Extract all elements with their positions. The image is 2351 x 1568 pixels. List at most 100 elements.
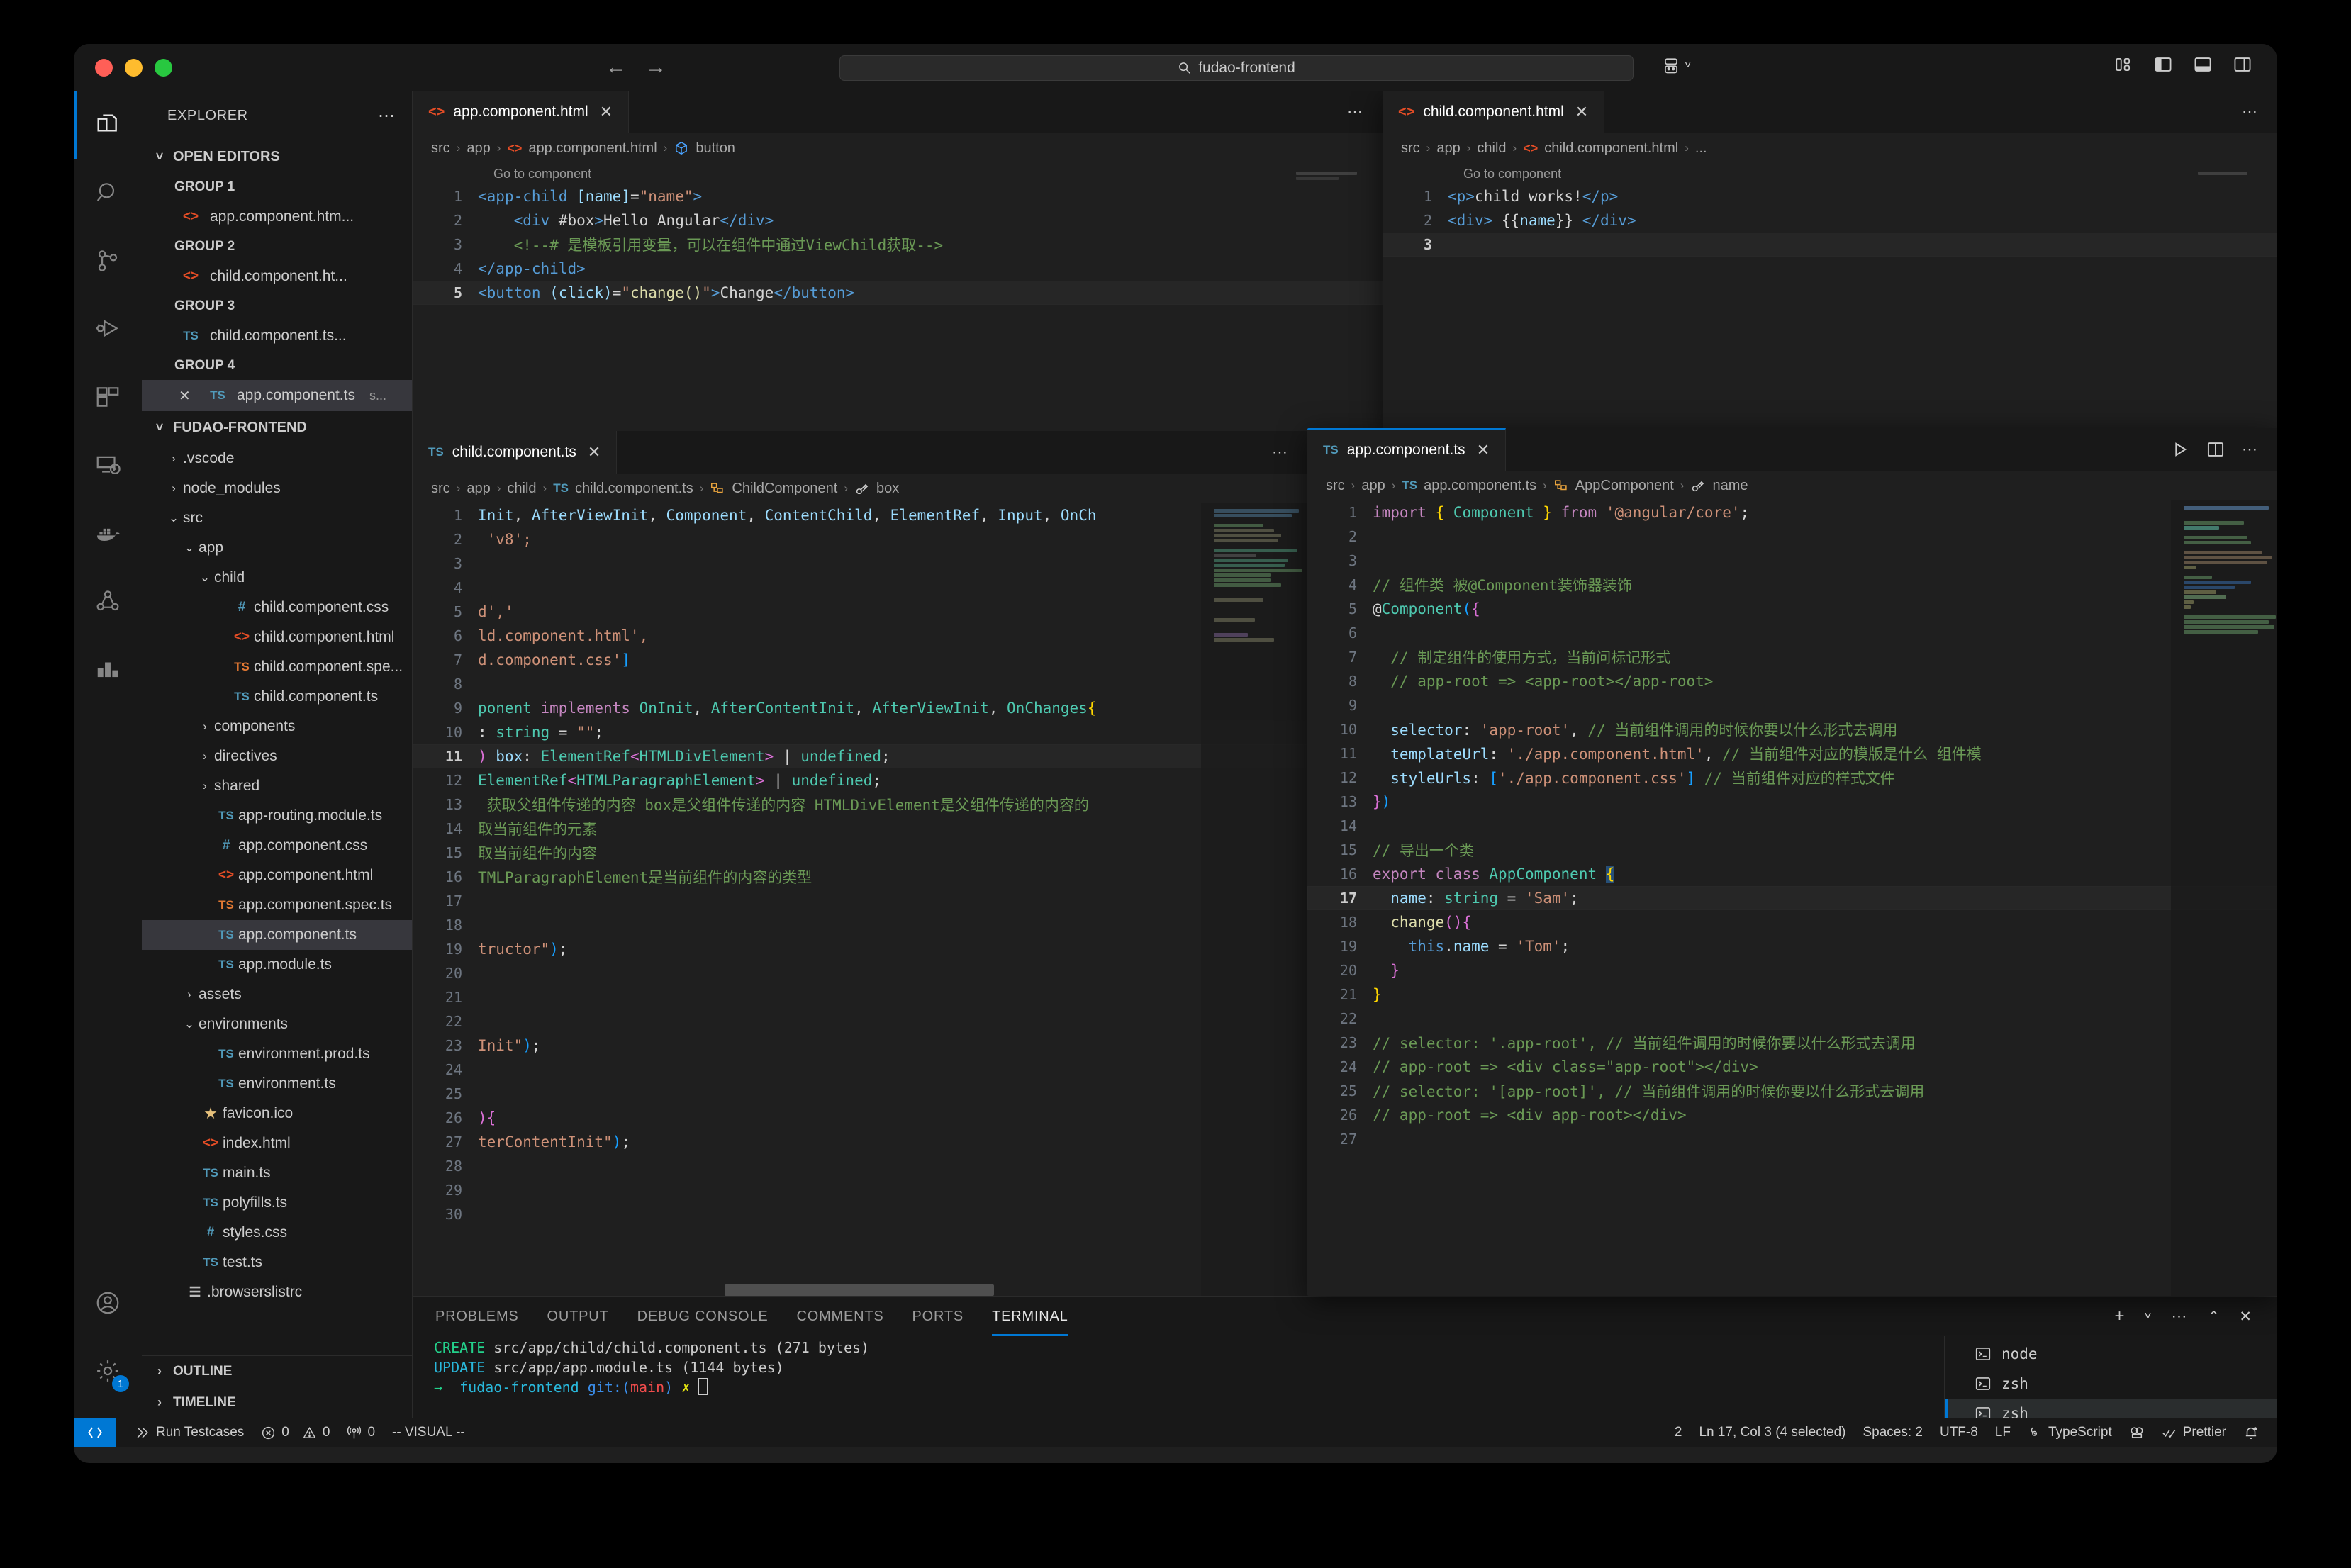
terminal-output[interactable]: CREATE src/app/child/child.component.ts … xyxy=(413,1336,1944,1418)
close-icon[interactable]: ✕ xyxy=(179,387,196,405)
codelens-go-to-component[interactable]: Go to component xyxy=(413,163,1383,184)
status-language-mode[interactable]: TypeScript xyxy=(2019,1418,2121,1447)
terminal-instance[interactable]: node xyxy=(1945,1339,2277,1369)
breadcrumb-item[interactable]: ... xyxy=(1695,140,1707,157)
code-line[interactable]: 3 xyxy=(1307,549,2277,573)
tab-child-component-html[interactable]: <> child.component.html ✕ xyxy=(1383,91,1605,133)
chevron-down-icon[interactable]: ˅ xyxy=(2145,1309,2152,1323)
quick-input-search[interactable]: fudao-frontend xyxy=(839,55,1634,81)
remote-indicator[interactable] xyxy=(74,1418,116,1447)
tree-file[interactable]: TS app.component.spec.ts xyxy=(142,890,412,920)
tree-file[interactable]: TS main.ts xyxy=(142,1158,412,1188)
maximize-window-button[interactable] xyxy=(155,58,172,77)
breadcrumb-item[interactable]: src xyxy=(1401,140,1420,157)
status-gitlens[interactable] xyxy=(2121,1418,2153,1447)
open-editor-item[interactable]: <> child.component.ht... xyxy=(142,261,412,292)
chevron-up-icon[interactable]: ⌃ xyxy=(2208,1309,2219,1325)
code-line[interactable]: 22 xyxy=(413,1009,1307,1034)
code-line[interactable]: 9 xyxy=(1307,693,2277,717)
status-encoding[interactable]: UTF-8 xyxy=(1931,1418,1987,1447)
breadcrumb-item[interactable]: child.component.ts xyxy=(575,481,693,497)
code-line[interactable]: 11 templateUrl: './app.component.html', … xyxy=(1307,741,2277,766)
code-line[interactable]: 1 <p>child works!</p> xyxy=(1383,184,2277,208)
terminal-body[interactable]: CREATE src/app/child/child.component.ts … xyxy=(413,1336,2277,1418)
code-line[interactable]: 2 'v8'; xyxy=(413,527,1307,551)
code-line[interactable]: 25 xyxy=(413,1082,1307,1106)
code-line[interactable]: 12 styleUrls: ['./app.component.css'] //… xyxy=(1307,766,2277,790)
tree-file[interactable]: # app.component.css xyxy=(142,831,412,861)
run-icon[interactable] xyxy=(2171,440,2189,459)
code-line[interactable]: 2 <div #box>Hello Angular</div> xyxy=(413,208,1383,233)
ellipsis-icon[interactable]: ⋯ xyxy=(2242,103,2259,121)
breadcrumb-item[interactable]: child.component.html xyxy=(1544,140,1678,157)
activity-item-explorer[interactable] xyxy=(74,91,142,159)
minimap[interactable] xyxy=(1290,170,1383,196)
breadcrumb-item[interactable]: box xyxy=(876,481,899,497)
code-line[interactable]: 14 xyxy=(1307,814,2277,838)
tree-folder[interactable]: ⌄ app xyxy=(142,533,412,563)
code-line[interactable]: 10 selector: 'app-root', // 当前组件调用的时候你要以… xyxy=(1307,717,2277,741)
tab-child-component-ts[interactable]: TS child.component.ts ✕ xyxy=(413,431,618,474)
open-editor-item[interactable]: <> app.component.htm... xyxy=(142,201,412,233)
tree-file[interactable]: <> app.component.html xyxy=(142,861,412,890)
tab-app-component-ts[interactable]: TS app.component.ts ✕ xyxy=(1307,428,1507,471)
breadcrumb-item[interactable]: app.component.html xyxy=(528,140,657,157)
breadcrumb-item[interactable]: AppComponent xyxy=(1575,478,1674,494)
code-line[interactable]: 24 // app-root => <div class="app-root"><… xyxy=(1307,1055,2277,1079)
activity-item-run-and-debug[interactable] xyxy=(74,295,142,363)
activity-item-docker[interactable] xyxy=(74,499,142,567)
status-cursor-position[interactable]: Ln 17, Col 3 (4 selected) xyxy=(1690,1418,1854,1447)
terminal-instance-selected[interactable]: zsh xyxy=(1945,1399,2277,1418)
tree-file[interactable]: <> index.html xyxy=(142,1129,412,1158)
split-editor-icon[interactable] xyxy=(2206,440,2225,459)
tree-file[interactable]: TS child.component.spe... xyxy=(142,652,412,682)
code-line[interactable]: 3 xyxy=(413,551,1307,576)
code-line[interactable]: 8 // app-root => <app-root></app-root> xyxy=(1307,669,2277,693)
code-line[interactable]: 4 xyxy=(413,576,1307,600)
code-line[interactable]: 1 Init, AfterViewInit, Component, Content… xyxy=(413,503,1307,527)
status-tab-count[interactable]: 2 xyxy=(1666,1418,1691,1447)
code-line[interactable]: 21} xyxy=(1307,982,2277,1007)
code-line[interactable]: 18 change(){ xyxy=(1307,910,2277,934)
code-line[interactable]: 7 // 制定组件的使用方式，当前问标记形式 xyxy=(1307,645,2277,669)
code-line[interactable]: 12 ElementRef<HTMLParagraphElement> | und… xyxy=(413,768,1307,793)
tree-folder[interactable]: › components xyxy=(142,712,412,741)
tree-folder[interactable]: ⌄ environments xyxy=(142,1009,412,1039)
tree-file[interactable]: TS app.module.ts xyxy=(142,950,412,980)
code-line[interactable]: 26 // app-root => <div app-root></div> xyxy=(1307,1103,2277,1127)
minimize-window-button[interactable] xyxy=(125,58,143,77)
code-line[interactable]: 4 // 组件类 被@Component装饰器装饰 xyxy=(1307,573,2277,597)
arrow-left-icon[interactable]: ← xyxy=(605,55,627,79)
add-terminal-icon[interactable]: + xyxy=(2115,1306,2125,1326)
code-line[interactable]: 17 xyxy=(413,889,1307,913)
section-outline[interactable]: › OUTLINE xyxy=(142,1355,412,1387)
activity-item-extensions[interactable] xyxy=(74,363,142,431)
section-workspace-folder[interactable]: ˅ FUDAO-FRONTEND xyxy=(142,411,412,444)
open-editor-item[interactable]: TS child.component.ts... xyxy=(142,320,412,352)
minimap[interactable] xyxy=(1201,503,1307,1296)
tree-folder[interactable]: › directives xyxy=(142,741,412,771)
code-editor-child-html[interactable]: Go to component 1 <p>child works!</p> 2 <di… xyxy=(1383,163,2277,431)
code-line[interactable]: 27 xyxy=(1307,1127,2277,1151)
code-line[interactable]: 3 <!--# 是模板引用变量，可以在组件中通过ViewChild获取--> xyxy=(413,233,1383,257)
code-line[interactable]: 21 xyxy=(413,985,1307,1009)
activity-item-chart[interactable] xyxy=(74,635,142,703)
activity-item-search[interactable] xyxy=(74,159,142,227)
code-line[interactable]: 17 name: string = 'Sam'; xyxy=(1307,886,2277,910)
code-line[interactable]: 26){ xyxy=(413,1106,1307,1130)
toggle-primary-sidebar-icon[interactable] xyxy=(2154,55,2172,74)
tree-file[interactable]: TS environment.ts xyxy=(142,1069,412,1099)
tree-folder[interactable]: › shared xyxy=(142,771,412,801)
code-line[interactable]: 1 <app-child [name]="name"> xyxy=(413,184,1383,208)
code-line[interactable]: 2 <div> {{name}} </div> xyxy=(1383,208,2277,233)
tree-file[interactable]: TS polyfills.ts xyxy=(142,1188,412,1218)
code-line[interactable]: 27 terContentInit"); xyxy=(413,1130,1307,1154)
arrow-right-icon[interactable]: → xyxy=(645,55,666,79)
activity-item-accounts[interactable] xyxy=(74,1269,142,1337)
tree-folder[interactable]: ⌄ src xyxy=(142,503,412,533)
close-icon[interactable]: ✕ xyxy=(1477,441,1490,459)
status-notifications[interactable] xyxy=(2235,1418,2267,1447)
toggle-panel-icon[interactable] xyxy=(2194,55,2212,74)
tab-app-component-html[interactable]: <> app.component.html ✕ xyxy=(413,91,630,133)
codelens-go-to-component[interactable]: Go to component xyxy=(1383,163,2277,184)
